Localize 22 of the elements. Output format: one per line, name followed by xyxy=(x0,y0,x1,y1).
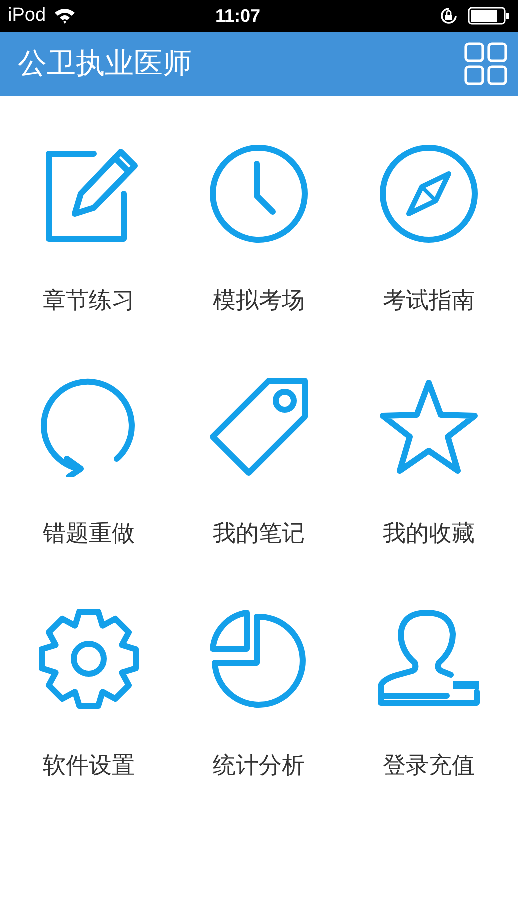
gear-icon xyxy=(39,609,139,709)
rotation-lock-icon xyxy=(440,7,458,25)
wifi-icon xyxy=(54,8,76,24)
tag-icon xyxy=(209,376,309,476)
compass-icon xyxy=(379,144,479,244)
menu-item-label[interactable]: 软件设置 xyxy=(43,749,135,784)
menu-item-label[interactable]: 考试指南 xyxy=(383,284,475,318)
battery-icon xyxy=(468,7,510,25)
user-icon xyxy=(377,609,481,709)
menu-item-label[interactable]: 登录充值 xyxy=(383,749,475,784)
time-label: 11:07 xyxy=(215,4,261,28)
pie-chart-icon xyxy=(209,609,309,709)
clock-icon xyxy=(209,144,309,244)
menu-item-label[interactable]: 模拟考场 xyxy=(213,284,305,318)
menu-item-label[interactable]: 统计分析 xyxy=(213,749,305,784)
menu-item-label[interactable]: 我的笔记 xyxy=(213,516,305,551)
carrier-label: iPod xyxy=(8,4,46,28)
menu-item-label[interactable]: 章节练习 xyxy=(43,284,135,318)
grid-menu-icon[interactable] xyxy=(464,42,508,86)
menu-item-label[interactable]: 我的收藏 xyxy=(383,516,475,551)
menu-item-label[interactable]: 错题重做 xyxy=(43,516,135,551)
app-title: 公卫执业医师 xyxy=(18,45,192,82)
